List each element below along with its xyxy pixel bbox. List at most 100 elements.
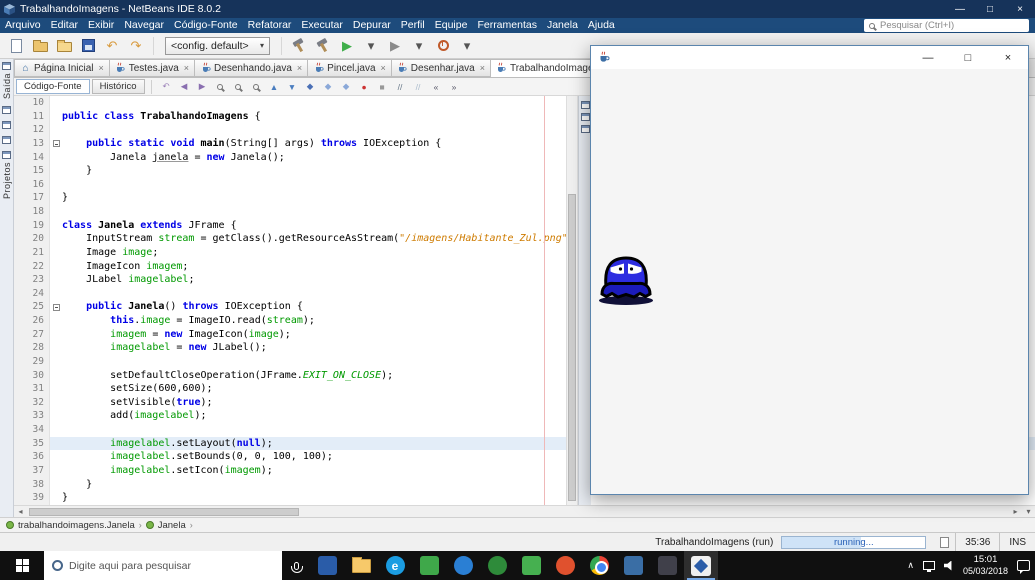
line-number[interactable]: 20 (14, 232, 50, 246)
line-number[interactable]: 33 (14, 409, 50, 423)
notification-center-icon[interactable] (1017, 560, 1030, 574)
editor-horizontal-scrollbar[interactable]: ◂ ▸ ▾ (14, 505, 1035, 517)
undo-icon[interactable]: ↶ (101, 36, 123, 56)
taskbar-app-app1[interactable] (310, 551, 344, 580)
line-number[interactable]: 28 (14, 341, 50, 355)
line-number[interactable]: 22 (14, 259, 50, 274)
line-number[interactable]: 26 (14, 314, 50, 328)
scrollbar-thumb[interactable] (29, 507, 299, 516)
minimized-projects-window[interactable]: Projetos (2, 151, 12, 199)
taskbar-app-edge[interactable]: e (378, 551, 412, 580)
line-number[interactable]: 14 (14, 150, 50, 165)
build-project-icon[interactable] (288, 36, 310, 56)
profile-dropdown-icon[interactable]: ▾ (456, 36, 478, 56)
line-number[interactable]: 15 (14, 164, 50, 178)
menu-c-digo-fonte[interactable]: Código-Fonte (169, 18, 243, 33)
shift-right-icon[interactable]: » (446, 79, 463, 94)
tab-close-icon[interactable]: × (184, 63, 189, 73)
network-icon[interactable] (922, 561, 935, 572)
find-icon[interactable] (212, 79, 229, 94)
new-file-icon[interactable] (5, 36, 27, 56)
taskbar-clock[interactable]: 15:01 05/03/2018 (963, 554, 1008, 577)
new-project-icon[interactable] (29, 36, 51, 56)
line-number[interactable]: 31 (14, 382, 50, 396)
tab-close-icon[interactable]: × (98, 63, 103, 73)
taskbar-app-netbeans[interactable] (684, 551, 718, 580)
fold-toggle-icon[interactable] (50, 300, 62, 314)
line-number[interactable]: 38 (14, 477, 50, 492)
scrollbar-track[interactable] (27, 507, 1009, 517)
line-number[interactable]: 16 (14, 177, 50, 192)
taskbar-app-app6[interactable] (616, 551, 650, 580)
history-view-button[interactable]: Histórico (91, 79, 145, 94)
taskbar-app-app4[interactable] (480, 551, 514, 580)
profile-project-icon[interactable] (432, 36, 454, 56)
menu-ajuda[interactable]: Ajuda (583, 18, 620, 33)
line-number[interactable]: 23 (14, 273, 50, 287)
minimized-output-window[interactable]: Saída (2, 62, 12, 99)
comment-icon[interactable]: // (392, 79, 409, 94)
line-number[interactable]: 25 (14, 300, 50, 314)
redo-icon[interactable]: ↷ (125, 36, 147, 56)
clean-build-project-icon[interactable] (312, 36, 334, 56)
menu-navegar[interactable]: Navegar (119, 18, 169, 33)
microphone-button[interactable] (282, 551, 310, 580)
line-number[interactable]: 11 (14, 109, 50, 124)
menu-depurar[interactable]: Depurar (348, 18, 396, 33)
line-number[interactable]: 29 (14, 354, 50, 369)
maximize-button[interactable]: □ (948, 46, 988, 69)
line-number[interactable]: 36 (14, 450, 50, 464)
editor-vertical-scrollbar[interactable] (566, 96, 578, 505)
menu-perfil[interactable]: Perfil (396, 18, 430, 33)
forward-icon[interactable]: ▶ (194, 79, 211, 94)
taskbar-app-chrome[interactable] (582, 551, 616, 580)
find-selection-icon[interactable] (230, 79, 247, 94)
tab-p-gina-inicial[interactable]: ⌂ Página Inicial × (14, 59, 110, 77)
breadcrumb-item[interactable]: Janela (158, 520, 186, 531)
close-button[interactable]: × (988, 46, 1028, 69)
scroll-right-icon[interactable]: ▸ (1009, 507, 1022, 516)
line-number[interactable]: 12 (14, 123, 50, 137)
maximize-button[interactable]: □ (975, 0, 1005, 18)
line-number[interactable]: 35 (14, 436, 50, 451)
menu-ferramentas[interactable]: Ferramentas (472, 18, 542, 33)
taskbar-app-app2[interactable] (412, 551, 446, 580)
menu-executar[interactable]: Executar (296, 18, 347, 33)
scroll-left-icon[interactable]: ◂ (14, 507, 27, 516)
close-button[interactable]: × (1005, 0, 1035, 18)
minimized-window-icon[interactable] (2, 121, 11, 130)
minimize-button[interactable]: — (945, 0, 975, 18)
breadcrumb-item[interactable]: trabalhandoimagens.Janela (18, 520, 135, 531)
line-number[interactable]: 24 (14, 286, 50, 301)
taskbar-app-app3[interactable] (446, 551, 480, 580)
line-number[interactable]: 10 (14, 96, 50, 110)
toggle-bookmark-icon[interactable]: ◆ (302, 79, 319, 94)
task-progress-bar[interactable]: running... (781, 535, 927, 549)
previous-bookmark-icon[interactable]: ◆ (320, 79, 337, 94)
line-number[interactable]: 37 (14, 463, 50, 478)
menu-exibir[interactable]: Exibir (83, 18, 119, 33)
line-number[interactable]: 13 (14, 136, 50, 151)
tab-testes-java[interactable]: Testes.java × (109, 59, 196, 77)
open-project-icon[interactable] (53, 36, 75, 56)
tab-close-icon[interactable]: × (480, 63, 485, 73)
line-number[interactable]: 32 (14, 395, 50, 410)
source-view-button[interactable]: Código-Fonte (16, 79, 90, 94)
minimized-window-icon[interactable] (580, 125, 590, 133)
tab-pincel-java[interactable]: Pincel.java × (308, 59, 392, 77)
taskbar-search-box[interactable]: Digite aqui para pesquisar (44, 551, 282, 580)
tab-close-icon[interactable]: × (297, 63, 302, 73)
last-edit-icon[interactable]: ↶ (158, 79, 175, 94)
fold-toggle-icon[interactable] (50, 137, 62, 151)
save-all-icon[interactable] (77, 36, 99, 56)
menu-refatorar[interactable]: Refatorar (243, 18, 297, 33)
run-project-icon[interactable]: ▶ (336, 36, 358, 56)
taskbar-app-file-explorer[interactable] (344, 551, 378, 580)
stop-macro-icon[interactable]: ■ (374, 79, 391, 94)
uncomment-icon[interactable]: // (410, 79, 427, 94)
toggle-search-highlight-icon[interactable] (248, 79, 265, 94)
debug-project-icon[interactable]: ▶ (384, 36, 406, 56)
minimize-button[interactable]: — (908, 46, 948, 69)
tab-close-icon[interactable]: × (381, 63, 386, 73)
line-number[interactable]: 19 (14, 218, 50, 233)
